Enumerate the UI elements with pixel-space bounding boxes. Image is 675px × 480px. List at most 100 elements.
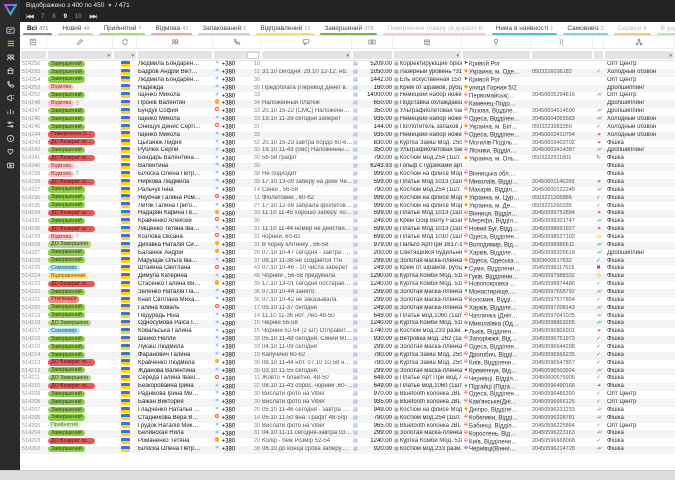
status-pill[interactable]: Утилізація (48, 296, 79, 302)
filter-caret-icon[interactable]: ▼ (669, 53, 673, 58)
filter-cell-4[interactable] (214, 51, 260, 59)
status-pill[interactable]: ДО Возврат ск… (48, 226, 95, 232)
tab-11[interactable]: В дорозі додому0 (654, 22, 675, 35)
filter-cell-9[interactable] (532, 51, 592, 59)
status-pill[interactable]: Завершений (48, 336, 85, 342)
status-column-icon[interactable] (47, 36, 113, 48)
status-pill[interactable]: Завершений (48, 69, 85, 75)
page-number-7[interactable]: 7 (41, 14, 44, 20)
filter-cell-3[interactable] (138, 51, 212, 59)
status-pill[interactable]: ДО Возврат ск… (48, 383, 95, 389)
status-pill[interactable]: Завершений (48, 76, 85, 82)
bottom-scroll-strip[interactable] (0, 470, 675, 480)
table-row[interactable]: 514202ЗавершенийБілоска Олена Петр…✳ +38… (20, 446, 675, 454)
sidebar-stats-icon[interactable] (4, 105, 16, 117)
filter-cell-11[interactable]: ▼ (605, 51, 674, 59)
status-pill[interactable]: Відмова (48, 234, 74, 240)
status-pill[interactable]: Завершений (48, 304, 85, 310)
payment-column-icon[interactable] (352, 36, 393, 48)
filter-caret-icon[interactable]: ▼ (131, 53, 135, 58)
status-pill[interactable]: Завершений (48, 249, 85, 255)
page-number-8[interactable]: 8 (52, 14, 55, 20)
sidebar-dashboard-icon[interactable] (4, 24, 16, 36)
status-pill[interactable]: Відмова (48, 100, 74, 106)
filter-cell-1[interactable]: ▼ (48, 51, 112, 59)
tab-0[interactable]: Всі471 (20, 22, 55, 35)
status-pill[interactable]: Завершений (48, 147, 85, 153)
sidebar-settings-icon[interactable] (4, 119, 16, 131)
status-pill[interactable]: Завершений (48, 257, 85, 263)
sidebar-marketing-icon[interactable] (4, 92, 16, 104)
status-pill[interactable]: Завершений (48, 414, 85, 420)
last-page-button[interactable]: ▶▶| (90, 14, 97, 20)
sidebar-clients-icon[interactable] (4, 51, 16, 63)
phone-column-icon[interactable] (213, 36, 261, 48)
tab-7[interactable]: Повернення товару (в дорозі)0 (380, 22, 488, 35)
status-pill[interactable]: Відмова (48, 171, 74, 177)
ttn-column-icon[interactable]: }{ (531, 36, 593, 48)
status-pill[interactable]: Завершений (48, 202, 85, 208)
status-pill[interactable]: Завершений (48, 344, 85, 350)
filter-cell-7[interactable]: ▼ (394, 51, 461, 59)
status-pill[interactable]: Завершений (48, 124, 85, 130)
sidebar-orders-icon[interactable] (4, 38, 16, 50)
status-pill[interactable]: Повернення (з… (48, 131, 95, 137)
status-pill[interactable]: Завершений (48, 399, 85, 405)
first-page-button[interactable]: |◀◀ (26, 14, 33, 20)
status-pill[interactable]: Завершений (48, 352, 85, 358)
client-column-icon[interactable] (137, 36, 213, 48)
filter-cell-10[interactable] (594, 51, 603, 59)
status-pill[interactable]: Завершений (48, 108, 85, 114)
status-pill[interactable]: Відмова (48, 163, 74, 169)
status-pill[interactable]: Самовивіз (48, 328, 80, 334)
phone-filter-input[interactable] (247, 52, 259, 59)
tab-5[interactable]: Відправлений12 (253, 22, 317, 35)
tab-1[interactable]: Новий48 (55, 22, 96, 35)
sidebar-warehouse-icon[interactable] (4, 65, 16, 77)
sidebar-video-icon[interactable] (4, 159, 16, 171)
status-pill[interactable]: Завершений (48, 92, 85, 98)
status-pill[interactable]: Завершений (48, 116, 85, 122)
status-pill[interactable]: Завершений (48, 186, 85, 192)
status-pill[interactable]: Завершений (48, 430, 85, 436)
sidebar-calls-icon[interactable] (4, 78, 16, 90)
tab-9[interactable]: Самовивіз2 (560, 22, 611, 35)
filter-caret-icon[interactable]: ▼ (456, 53, 460, 58)
status-pill[interactable]: Завершений (48, 367, 85, 373)
state-column-icon[interactable] (113, 36, 137, 48)
status-pill[interactable]: Завершений (48, 312, 85, 318)
sidebar-partners-icon[interactable] (4, 146, 16, 158)
status-pill[interactable]: ДО Возврат ск… (48, 139, 95, 145)
status-pill[interactable]: Відправлений (48, 273, 88, 279)
filter-caret-icon[interactable]: ▼ (107, 53, 111, 58)
status-pill[interactable]: ДО Возврат ск… (48, 359, 95, 365)
tab-10[interactable]: Сервіси0 (611, 22, 654, 35)
filter-cell-0[interactable] (21, 51, 46, 59)
source-column-icon[interactable] (604, 36, 675, 48)
sidebar-info-icon[interactable] (4, 132, 16, 144)
status-pill[interactable]: Завершений (48, 61, 85, 67)
filter-cell-2[interactable]: ▼ (114, 51, 136, 59)
status-pill[interactable]: Завершений (48, 446, 85, 452)
status-pill[interactable]: ДО Завершено (48, 320, 91, 326)
status-pill[interactable]: Завершений (48, 391, 85, 397)
filter-cell-6[interactable] (353, 51, 392, 59)
filter-cell-8[interactable] (463, 51, 530, 59)
status-pill[interactable]: Відмова (48, 84, 74, 90)
status-pill[interactable]: ДО Завершено (48, 241, 91, 247)
page-number-10[interactable]: 10 (75, 14, 82, 20)
tab-4[interactable]: Запакований1 (195, 22, 253, 35)
status-pill[interactable]: ДО Возврат ск… (48, 179, 95, 185)
status-pill[interactable]: ДО Возврат ск… (48, 281, 95, 287)
tab-3[interactable]: Відмова42 (148, 22, 195, 35)
status-pill[interactable]: ДО Возврат ск… (48, 210, 95, 216)
status-pill[interactable]: Завершений (48, 194, 85, 200)
received-column-icon[interactable] (593, 36, 604, 48)
status-pill[interactable]: Прийнятий (48, 422, 81, 428)
status-pill[interactable]: ДО Завершено (48, 375, 91, 381)
status-pill[interactable]: Самовивіз (48, 265, 80, 271)
orders-column-icon[interactable] (20, 36, 47, 48)
filter-cell-5[interactable]: ▼ (262, 51, 351, 59)
tab-2[interactable]: Прийнятий7 (96, 22, 148, 35)
status-badge[interactable]: Завершений (47, 446, 113, 454)
